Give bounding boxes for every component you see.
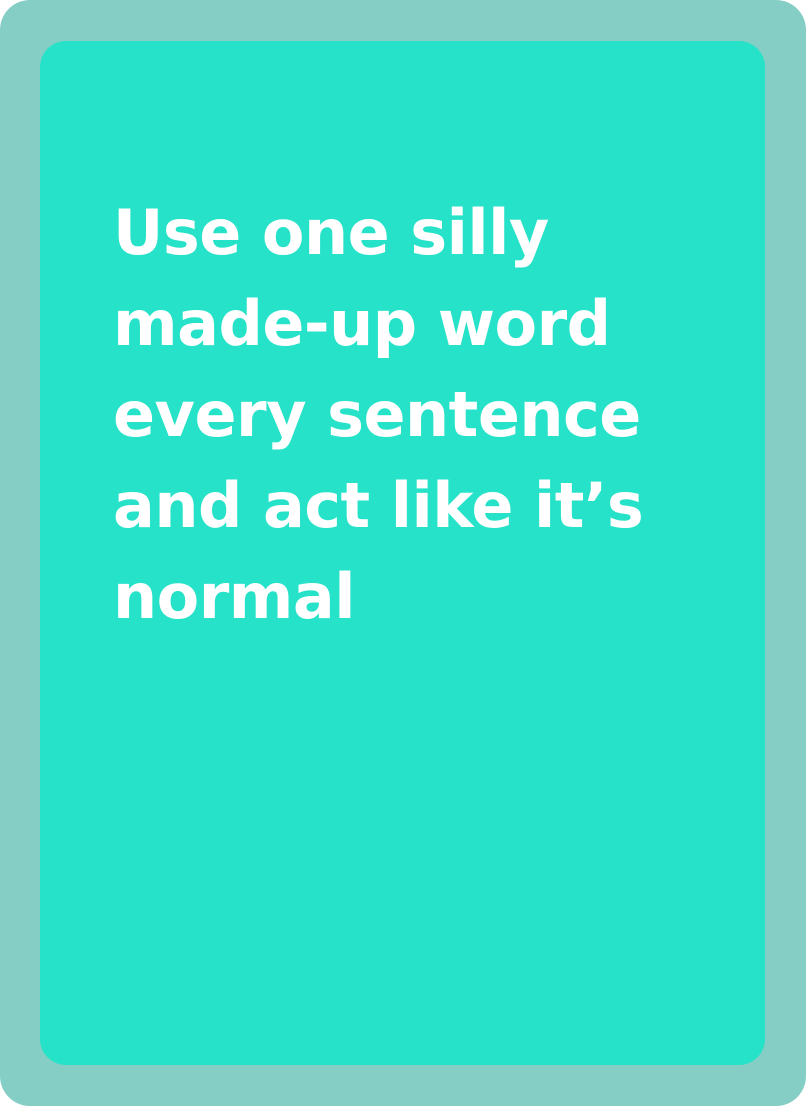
card-prompt-line: made-up word bbox=[113, 287, 611, 360]
card-prompt-line: Use one silly bbox=[113, 196, 549, 269]
card-prompt-line: every sentence bbox=[113, 378, 641, 451]
card-prompt: Use one silly made-up word every sentenc… bbox=[113, 187, 713, 642]
card-prompt-line: and act like it’s bbox=[113, 469, 644, 542]
card-frame: Use one silly made-up word every sentenc… bbox=[0, 0, 806, 1106]
card-prompt-line: normal bbox=[113, 560, 356, 633]
card-face: Use one silly made-up word every sentenc… bbox=[40, 41, 765, 1065]
